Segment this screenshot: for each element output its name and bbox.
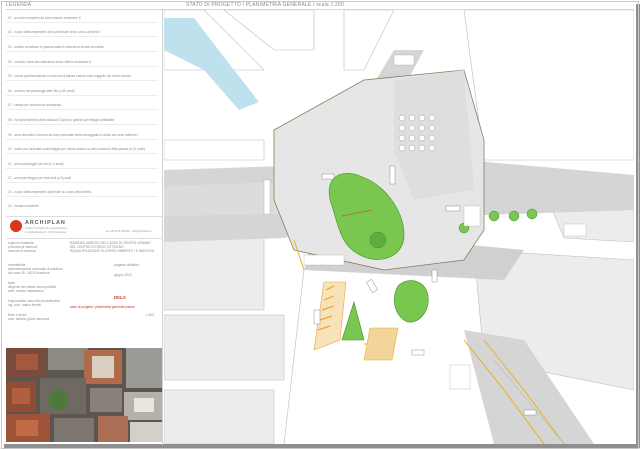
aerial-photo [6, 348, 162, 442]
team-line-2: arch. cosimo mastroianni [8, 289, 44, 293]
title-block-rule [6, 216, 162, 217]
firm-logo-icon [10, 220, 22, 232]
legend-item-10: 10 - sosta con riservata a parcheggio pe… [8, 147, 145, 151]
legend-list: 01 - accordo completo da corso vittorio … [6, 10, 162, 216]
legend-item-11: 11 - area parcheggio per taxi (n.5 posti… [8, 162, 64, 166]
building-block [164, 389, 275, 444]
legend-item-06: 06 - numero dei parcheggi delle fila (n.… [8, 89, 75, 93]
legend-separator [6, 124, 158, 125]
tree-canopy [369, 231, 387, 249]
legend-item-14: 14 - fontana esistente [8, 204, 39, 208]
sheet-title-header: STATO DI PROGETTO / PLANIMETRIA GENERALE… [186, 2, 344, 8]
firm-name: ARCHIPLAN [25, 220, 66, 226]
municipality-label: comune di mantova [8, 249, 36, 253]
firm-contact: tel +39 0376 000000 - info@archiplan.it [106, 230, 152, 233]
firm-subtitle: studio di architettura e pianificazione [25, 227, 67, 230]
building-block [164, 139, 265, 161]
sheet-code: D01.0 [114, 295, 126, 300]
legend-separator [6, 22, 158, 23]
legend-item-07: 07 - rampa per accesso al sottopasso [8, 103, 62, 107]
legend-separator [6, 80, 158, 81]
client-line-2: via roma 39 - 46100 mantova [8, 271, 50, 275]
legend-separator [6, 109, 158, 110]
title-block: ARCHIPLAN studio di architettura e piani… [6, 216, 162, 348]
responsible-line: ing. arch. mauro ferretti [8, 303, 41, 307]
column-divider [162, 9, 163, 445]
date-label: giugno 2019 [114, 273, 132, 277]
legend-separator [6, 182, 158, 183]
drawing-sheet: LEGENDA STATO DI PROGETTO / PLANIMETRIA … [0, 0, 640, 450]
legend-item-12: 12 - area parcheggio per motocicli (n.6 … [8, 176, 72, 180]
legend-item-03: 03 - sedute a mattone in piazza caduti e… [8, 45, 104, 49]
legend-separator [6, 36, 158, 37]
building-block [164, 314, 285, 381]
legend-separator [6, 153, 158, 154]
sheet-description: stato di progetto / planimetria generale… [70, 305, 135, 309]
scale-label: 1:200 [146, 313, 154, 317]
legend-separator [6, 168, 158, 169]
site-plan[interactable] [164, 10, 634, 444]
title-block-rule [6, 238, 162, 239]
legend-item-02: 02 - nuovo attraversamento ciclo-pedonal… [8, 30, 101, 34]
firm-address: via della libertà 22 - 46100 mantova [25, 231, 67, 234]
design-line: arch. stefano guido campana [8, 317, 50, 321]
building-block [463, 10, 634, 161]
legend-item-13: 13 - nuovo attraversamento pedonale su c… [8, 190, 92, 194]
parking-stalls [363, 327, 399, 361]
legend-separator [6, 139, 158, 140]
legend-separator [6, 196, 158, 197]
legend-item-05: 05 - nuova pavimentazione su lato est di… [8, 74, 132, 78]
phase-label: progetto definitivo [114, 263, 140, 267]
aerial-photo-image [6, 348, 162, 442]
site-plan-drawing [164, 10, 634, 444]
legend-item-01: 01 - accordo completo da corso vittorio … [8, 16, 81, 20]
legend-item-08: 08 - riposizionamento della statua di Ga… [8, 118, 115, 122]
legend-header: LEGENDA [6, 2, 32, 8]
legend-separator [6, 51, 158, 52]
legend-separator [6, 66, 158, 67]
legend-item-09: 09 - area riservata e diversa da zona pe… [8, 133, 139, 137]
legend-item-04: 04 - cordoli e area alla alberatura vers… [8, 60, 92, 64]
legend-separator [6, 95, 158, 96]
project-title-line-3: RIQUALIFICAZIONE DI CORSO UMBERTO I E MA… [70, 249, 154, 253]
